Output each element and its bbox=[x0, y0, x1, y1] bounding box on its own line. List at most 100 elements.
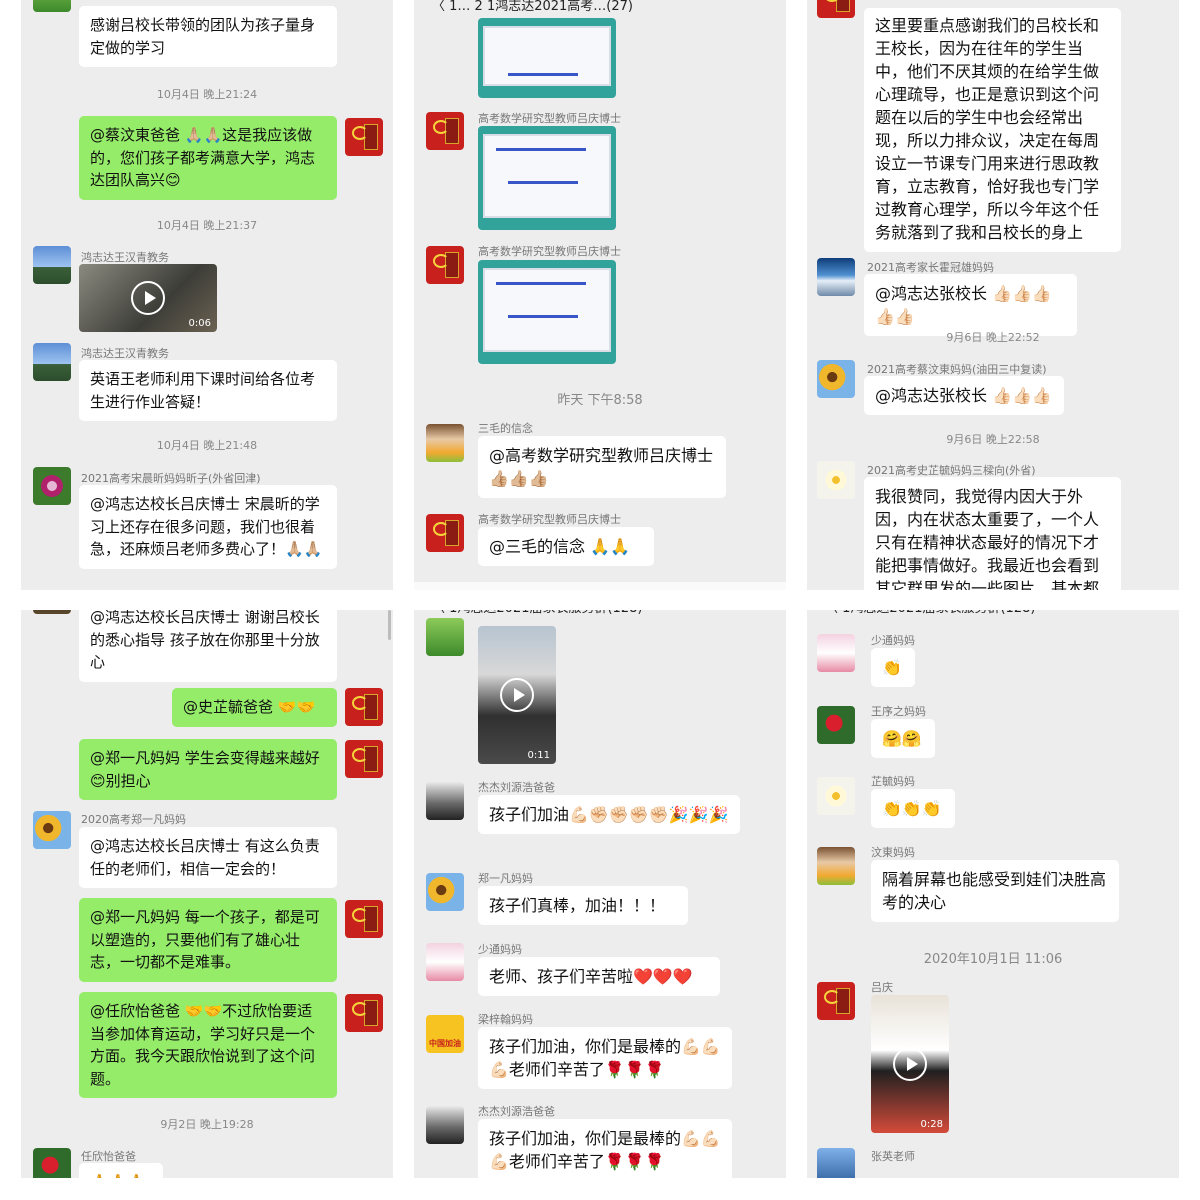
input-bar-edge bbox=[414, 582, 786, 590]
sender-name: 高考数学研究型教师吕庆博士 bbox=[478, 245, 621, 258]
timestamp: 2020年10月1日 11:06 bbox=[923, 952, 1063, 967]
timestamp: 9月2日 晚上19:28 bbox=[160, 1118, 254, 1131]
sender-name: 2021高考家长霍冠雄妈妈 bbox=[867, 261, 994, 274]
message-bubble[interactable]: 👏👏👏 bbox=[871, 789, 955, 828]
avatar[interactable] bbox=[345, 900, 383, 938]
message-bubble-sent[interactable]: @蔡汶東爸爸 🙏🏼🙏🏼这是我应该做的，您们孩子都考满意大学，鸿志达团队高兴😊 bbox=[79, 116, 337, 200]
image-message[interactable] bbox=[478, 18, 616, 98]
message-bubble[interactable]: 老师、孩子们辛苦啦❤️❤️❤️ bbox=[478, 957, 720, 996]
message-bubble-sent[interactable]: @郑一凡妈妈 学生会变得越来越好😊别担心 bbox=[79, 739, 337, 800]
video-duration: 0:06 bbox=[188, 318, 211, 329]
message-bubble[interactable]: @鸿志达张校长 👍🏻👍🏻👍🏻 bbox=[864, 376, 1064, 415]
timestamp: 10月4日 晚上21:37 bbox=[156, 219, 258, 232]
sender-name: 张英老师 bbox=[871, 1150, 915, 1163]
avatar[interactable] bbox=[33, 0, 71, 12]
avatar[interactable] bbox=[426, 1106, 464, 1144]
avatar[interactable] bbox=[426, 943, 464, 981]
avatar[interactable] bbox=[33, 811, 71, 849]
sender-name: 汶東妈妈 bbox=[871, 846, 915, 859]
avatar[interactable] bbox=[426, 1015, 464, 1053]
avatar[interactable] bbox=[817, 634, 855, 672]
message-bubble[interactable]: 👏 bbox=[871, 648, 915, 687]
avatar[interactable] bbox=[817, 706, 855, 744]
play-icon bbox=[893, 1047, 927, 1081]
avatar[interactable] bbox=[33, 1148, 71, 1178]
avatar[interactable] bbox=[426, 873, 464, 911]
chat-header[interactable]: 〈 1鸿志达2021届家长服务群(128) bbox=[807, 610, 1179, 620]
avatar[interactable] bbox=[426, 782, 464, 820]
video-duration: 0:11 bbox=[527, 750, 550, 761]
image-message[interactable] bbox=[478, 260, 616, 364]
avatar[interactable] bbox=[345, 740, 383, 778]
play-icon bbox=[131, 281, 165, 315]
sender-name: 郑一凡妈妈 bbox=[478, 872, 533, 885]
message-bubble[interactable]: 孩子们加油💪🏻✊🏻✊🏻✊🏻✊🏻🎉🎉🎉 bbox=[478, 795, 740, 834]
chat-panel-6: 〈 1鸿志达2021届家长服务群(128) 少通妈妈 👏 王序之妈妈 🤗🤗 芷毓… bbox=[807, 610, 1179, 1178]
sender-name: 王序之妈妈 bbox=[871, 705, 926, 718]
message-bubble[interactable]: @三毛的信念 🙏🙏 bbox=[478, 527, 654, 566]
avatar[interactable] bbox=[426, 112, 464, 150]
avatar[interactable] bbox=[817, 982, 855, 1020]
avatar[interactable] bbox=[817, 777, 855, 815]
avatar[interactable] bbox=[345, 994, 383, 1032]
avatar[interactable] bbox=[33, 246, 71, 284]
avatar[interactable] bbox=[33, 610, 71, 614]
message-bubble[interactable]: @鸿志达校长吕庆博士 有这么负责任的老师们，相信一定会的！ bbox=[79, 827, 337, 888]
chat-panel-3: 这里要重点感谢我们的吕校长和王校长，因为在往年的学生当中，他们不厌其烦的在给学生… bbox=[807, 0, 1179, 590]
video-message[interactable]: 0:06 bbox=[79, 264, 217, 332]
timestamp: 9月6日 晚上22:58 bbox=[946, 433, 1040, 446]
avatar[interactable] bbox=[817, 258, 855, 296]
message-bubble[interactable]: 🤗🤗 bbox=[871, 719, 935, 758]
message-bubble[interactable]: 我很赞同，我觉得内因大于外因，内在状态太重要了，一个人只有在精神状态最好的情况下… bbox=[864, 477, 1121, 590]
timestamp: 昨天 下午8:58 bbox=[557, 393, 643, 408]
message-bubble[interactable]: @鸿志达校长吕庆博士 谢谢吕校长的悉心指导 孩子放在你那里十分放心 bbox=[79, 610, 337, 682]
avatar[interactable] bbox=[345, 688, 383, 726]
message-bubble[interactable]: 孩子们加油，你们是最棒的💪🏻💪🏻💪🏻老师们辛苦了🌹🌹🌹 bbox=[478, 1027, 732, 1089]
avatar[interactable] bbox=[426, 424, 464, 462]
sender-name: 杰杰刘源浩爸爸 bbox=[478, 781, 555, 794]
scrollbar[interactable] bbox=[388, 610, 391, 640]
avatar[interactable] bbox=[33, 343, 71, 381]
chat-header[interactable]: 〈 1鸿志达2021届家长服务群(128) bbox=[414, 610, 786, 620]
avatar[interactable] bbox=[345, 118, 383, 156]
timestamp: 9月6日 晚上22:52 bbox=[946, 331, 1040, 344]
sender-name: 梁梓翰妈妈 bbox=[478, 1013, 533, 1026]
chat-header[interactable]: 〈 1… 2 1鸿志达2021高考…(27) bbox=[414, 0, 786, 18]
message-bubble[interactable]: @鸿志达张校长 👍🏻👍🏻👍🏻👍🏻👍🏻 bbox=[864, 274, 1077, 336]
avatar[interactable] bbox=[817, 1148, 855, 1178]
message-bubble[interactable]: 感谢吕校长带领的团队为孩子量身定做的学习 bbox=[79, 6, 337, 67]
message-bubble[interactable]: 孩子们真棒，加油！！！ bbox=[478, 886, 688, 925]
video-duration: 0:28 bbox=[920, 1119, 943, 1130]
sender-name: 鸿志达王汉青教务 bbox=[81, 251, 169, 264]
sender-name: 少通妈妈 bbox=[871, 634, 915, 647]
message-bubble-sent[interactable]: @任欣怡爸爸 🤝🤝不过欣怡要适当参加体育运动，学习好只是一个方面。我今天跟欣怡说… bbox=[79, 992, 337, 1098]
sender-name: 芷毓妈妈 bbox=[871, 775, 915, 788]
avatar[interactable] bbox=[817, 0, 855, 18]
message-bubble[interactable]: 这里要重点感谢我们的吕校长和王校长，因为在往年的学生当中，他们不厌其烦的在给学生… bbox=[864, 8, 1121, 252]
avatar[interactable] bbox=[33, 467, 71, 505]
message-bubble[interactable]: 隔着屏幕也能感受到娃们决胜高考的决心 bbox=[871, 860, 1119, 922]
avatar[interactable] bbox=[426, 246, 464, 284]
avatar[interactable] bbox=[817, 461, 855, 499]
video-message[interactable]: 0:11 bbox=[478, 626, 556, 764]
video-message[interactable]: 0:28 bbox=[871, 995, 949, 1133]
chat-panel-4: @鸿志达校长吕庆博士 谢谢吕校长的悉心指导 孩子放在你那里十分放心 @史芷毓爸爸… bbox=[21, 610, 393, 1178]
avatar[interactable] bbox=[426, 618, 464, 656]
avatar[interactable] bbox=[817, 360, 855, 398]
message-bubble-sent[interactable]: @郑一凡妈妈 每一个孩子，都是可以塑造的，只要他们有了雄心壮志，一切都不是难事。 bbox=[79, 898, 337, 982]
sender-name: 杰杰刘源浩爸爸 bbox=[478, 1105, 555, 1118]
message-bubble[interactable]: 孩子们加油，你们是最棒的💪🏻💪🏻💪🏻老师们辛苦了🌹🌹🌹 bbox=[478, 1119, 732, 1178]
timestamp: 10月4日 晚上21:24 bbox=[156, 88, 258, 101]
message-bubble[interactable]: 🙏🙏🙏 bbox=[79, 1163, 163, 1178]
sender-name: 吕庆 bbox=[871, 981, 893, 994]
message-bubble[interactable]: 英语王老师利用下课时间给各位考生进行作业答疑！ bbox=[79, 360, 337, 421]
message-bubble[interactable]: @鸿志达校长吕庆博士 宋晨昕的学习上还存在很多问题，我们也很着急，还麻烦吕老师多… bbox=[79, 485, 337, 569]
message-bubble-sent[interactable]: @史芷毓爸爸 🤝🤝 bbox=[172, 688, 337, 727]
sender-name: 高考数学研究型教师吕庆博士 bbox=[478, 513, 621, 526]
sender-name: 2021高考史芷毓妈妈三樑向(外省) bbox=[867, 464, 1036, 477]
play-icon bbox=[500, 678, 534, 712]
avatar[interactable] bbox=[817, 847, 855, 885]
message-bubble[interactable]: @高考数学研究型教师吕庆博士👍🏼👍🏼👍🏼 bbox=[478, 436, 726, 498]
image-message[interactable] bbox=[478, 126, 616, 230]
avatar[interactable] bbox=[426, 514, 464, 552]
